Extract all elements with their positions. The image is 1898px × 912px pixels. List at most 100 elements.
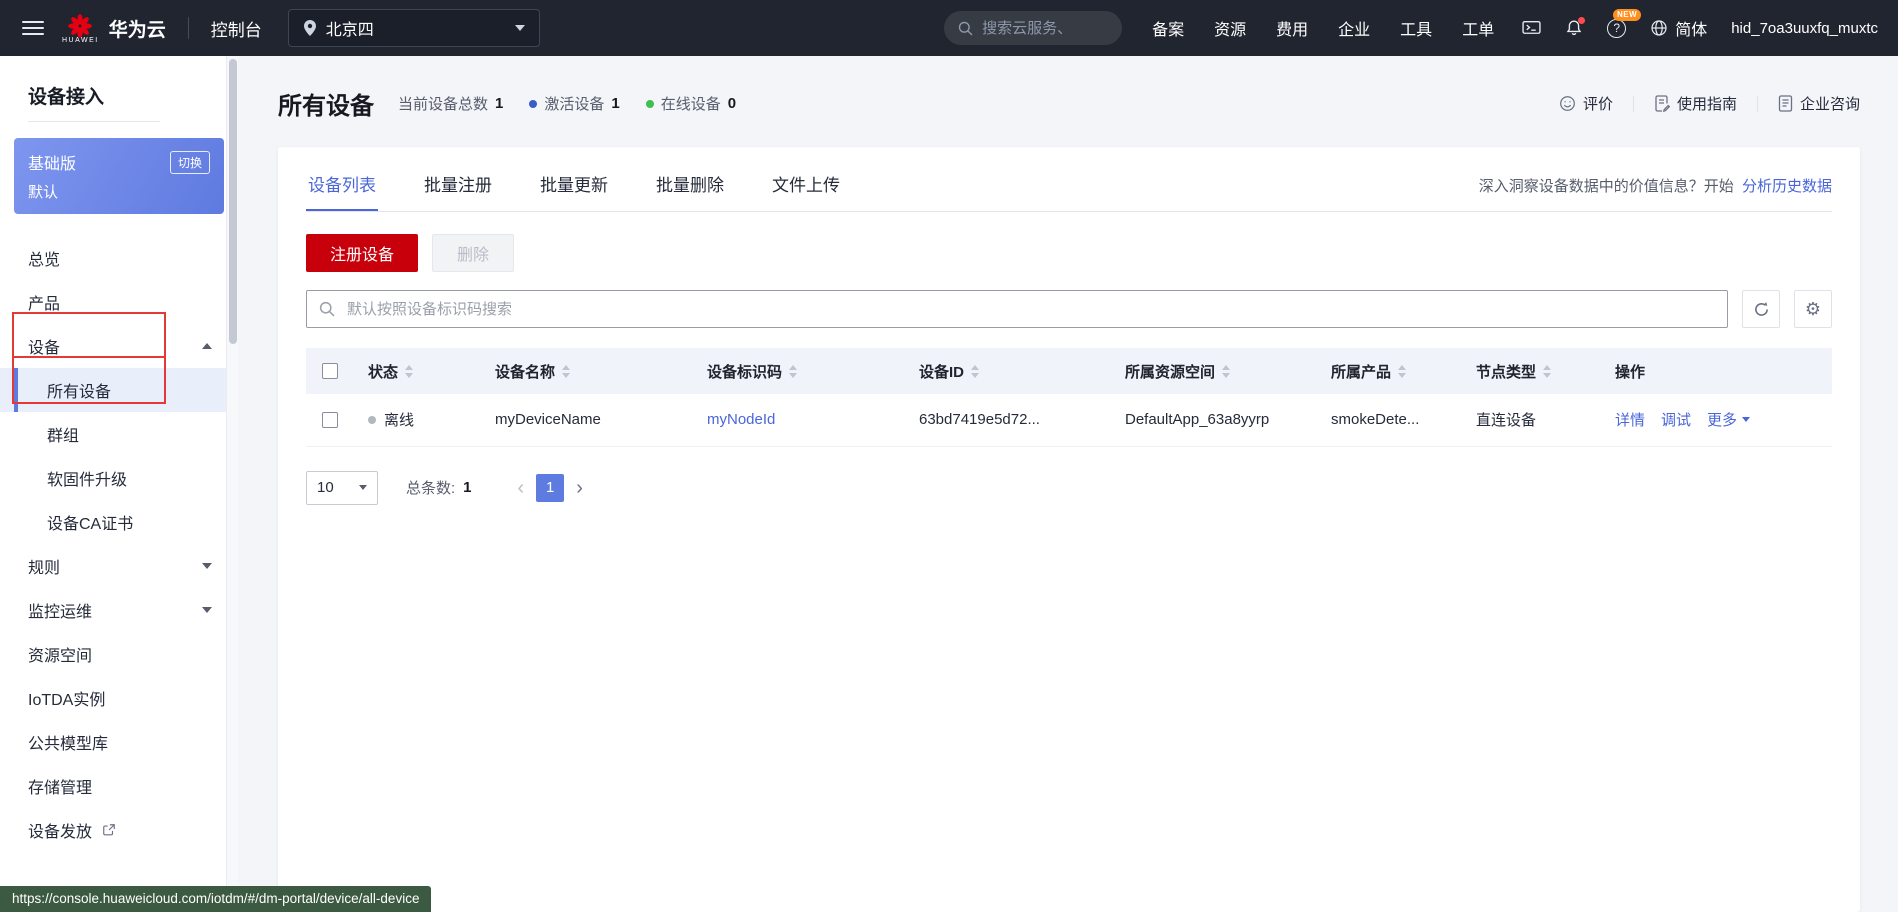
- prev-page-button[interactable]: ‹: [518, 478, 525, 498]
- chevron-down-icon: [514, 25, 525, 31]
- cli-terminal-icon[interactable]: [1522, 20, 1541, 37]
- sort-icon[interactable]: [405, 364, 414, 378]
- sidebar-item-device-provisioning[interactable]: 设备发放: [0, 808, 238, 852]
- sidebar-nav: 总览 产品 设备 所有设备 群组 软固件升级 设备CA证书 规则 监控运维 资源…: [0, 236, 238, 852]
- sidebar-item-devices[interactable]: 设备: [0, 324, 238, 368]
- device-node-id-link[interactable]: myNodeId: [707, 411, 775, 428]
- sidebar-scrollbar[interactable]: [226, 56, 238, 912]
- page-number-button[interactable]: 1: [536, 473, 565, 502]
- console-link[interactable]: 控制台: [211, 16, 262, 41]
- toolbar: 注册设备 删除: [306, 234, 1832, 272]
- pagination: 10 总条数: 1 ‹ 1 ›: [306, 470, 1832, 505]
- sidebar-item-all-devices[interactable]: 所有设备: [0, 368, 238, 412]
- topbar-nav: 备案 资源 费用 企业 工具 工单: [1152, 16, 1494, 40]
- brand-name[interactable]: 华为云: [109, 15, 166, 42]
- sidebar: 设备接入 基础版 切换 默认 总览 产品 设备 所有设备 群组 软固件升级 设备…: [0, 56, 238, 912]
- sidebar-item-products[interactable]: 产品: [0, 280, 238, 324]
- sort-icon[interactable]: [789, 364, 798, 378]
- huawei-flower-icon: [68, 13, 93, 38]
- gear-icon: ⚙: [1804, 298, 1822, 319]
- nav-enterprise[interactable]: 企业: [1338, 16, 1370, 40]
- next-page-button[interactable]: ›: [576, 478, 583, 498]
- offline-dot-icon: [368, 415, 376, 424]
- divider: [1756, 95, 1758, 112]
- sidebar-item-storage[interactable]: 存储管理: [0, 764, 238, 808]
- scrollbar-thumb[interactable]: [229, 59, 237, 344]
- tab-file-upload[interactable]: 文件上传: [770, 165, 842, 211]
- sidebar-item-firmware-upgrade[interactable]: 软固件升级: [0, 456, 238, 500]
- huawei-logo[interactable]: HUAWEI: [62, 13, 99, 44]
- resource-space: DefaultApp_63a8yyrp: [1125, 411, 1270, 429]
- sort-icon[interactable]: [1398, 364, 1407, 378]
- device-status: 离线: [384, 412, 415, 430]
- nav-tools[interactable]: 工具: [1400, 16, 1432, 40]
- nav-resources[interactable]: 资源: [1214, 16, 1246, 40]
- cloud-search-input[interactable]: [982, 19, 1099, 37]
- edition-name: 基础版: [28, 156, 77, 173]
- enterprise-consult-button[interactable]: 企业咨询: [1778, 93, 1860, 114]
- region-selector[interactable]: 北京四: [287, 9, 540, 47]
- sidebar-item-ca-certificates[interactable]: 设备CA证书: [0, 500, 238, 544]
- device-name: myDeviceName: [495, 411, 601, 429]
- details-link[interactable]: 详情: [1615, 409, 1645, 430]
- tab-device-list[interactable]: 设备列表: [306, 165, 378, 211]
- sort-icon[interactable]: [1222, 364, 1231, 378]
- nav-beian[interactable]: 备案: [1152, 16, 1184, 40]
- tab-batch-register[interactable]: 批量注册: [422, 165, 494, 211]
- notifications-bell-icon[interactable]: [1565, 17, 1586, 37]
- refresh-button[interactable]: [1742, 290, 1780, 328]
- stat-online-devices: 在线设备 0: [645, 93, 736, 114]
- activated-dot-icon: [529, 99, 538, 108]
- tab-batch-update[interactable]: 批量更新: [538, 165, 610, 211]
- consult-doc-icon: [1778, 95, 1793, 112]
- register-device-button[interactable]: 注册设备: [306, 234, 419, 272]
- sidebar-item-iotda-instances[interactable]: IoTDA实例: [0, 676, 238, 720]
- smiley-icon: [1560, 96, 1575, 111]
- main-content: 所有设备 当前设备总数 1 激活设备 1 在线设备 0 评价 使用指南 企业咨询…: [238, 56, 1898, 912]
- cloud-search[interactable]: [944, 11, 1123, 45]
- more-dropdown[interactable]: 更多: [1707, 409, 1751, 430]
- edition-instance: 默认: [28, 184, 59, 201]
- page-navigation: ‹ 1 ›: [518, 473, 583, 502]
- topbar: HUAWEI 华为云 控制台 北京四 备案 资源 费用 企业 工具 工单: [0, 0, 1898, 56]
- select-all-checkbox[interactable]: [322, 363, 338, 379]
- language-switcher[interactable]: 简体: [1650, 16, 1707, 40]
- switch-edition-button[interactable]: 切换: [169, 150, 210, 174]
- chevron-down-icon: [202, 607, 212, 613]
- nav-tickets[interactable]: 工单: [1462, 16, 1494, 40]
- hamburger-menu-icon[interactable]: [22, 21, 44, 35]
- sort-icon[interactable]: [562, 364, 571, 378]
- page-title: 所有设备: [278, 93, 374, 120]
- search-icon: [958, 21, 973, 35]
- analyze-history-link[interactable]: 分析历史数据: [1742, 178, 1832, 195]
- page-size-select[interactable]: 10: [306, 470, 378, 505]
- guide-doc-icon: [1655, 95, 1670, 112]
- location-pin-icon: [303, 20, 316, 36]
- help-icon[interactable]: ? NEW: [1607, 8, 1642, 38]
- huawei-logo-text: HUAWEI: [62, 36, 99, 44]
- feedback-button[interactable]: 评价: [1559, 93, 1613, 114]
- device-search-input[interactable]: [306, 290, 1728, 328]
- delete-button[interactable]: 删除: [432, 234, 515, 272]
- tab-batch-delete[interactable]: 批量删除: [654, 165, 726, 211]
- browser-status-url: https://console.huaweicloud.com/iotdm/#/…: [0, 886, 432, 912]
- column-settings-button[interactable]: ⚙: [1794, 290, 1832, 328]
- nav-billing[interactable]: 费用: [1276, 16, 1308, 40]
- external-link-icon: [102, 823, 116, 837]
- sidebar-item-groups[interactable]: 群组: [0, 412, 238, 456]
- sidebar-item-rules[interactable]: 规则: [0, 544, 238, 588]
- table-row: 离线 myDeviceName myNodeId 63bd7419e5d72..…: [306, 394, 1832, 447]
- sidebar-item-resource-spaces[interactable]: 资源空间: [0, 632, 238, 676]
- stat-total-devices: 当前设备总数 1: [398, 95, 504, 113]
- sort-icon[interactable]: [1543, 364, 1552, 378]
- sidebar-item-overview[interactable]: 总览: [0, 236, 238, 280]
- row-checkbox[interactable]: [322, 411, 338, 428]
- search-row: ⚙: [306, 290, 1832, 328]
- sidebar-item-monitoring[interactable]: 监控运维: [0, 588, 238, 632]
- account-username[interactable]: hid_7oa3uuxfq_muxtc: [1731, 20, 1878, 37]
- device-stats: 当前设备总数 1 激活设备 1 在线设备 0: [398, 93, 736, 114]
- user-guide-button[interactable]: 使用指南: [1654, 93, 1737, 114]
- debug-link[interactable]: 调试: [1661, 409, 1691, 430]
- sort-icon[interactable]: [971, 364, 980, 378]
- sidebar-item-model-library[interactable]: 公共模型库: [0, 720, 238, 764]
